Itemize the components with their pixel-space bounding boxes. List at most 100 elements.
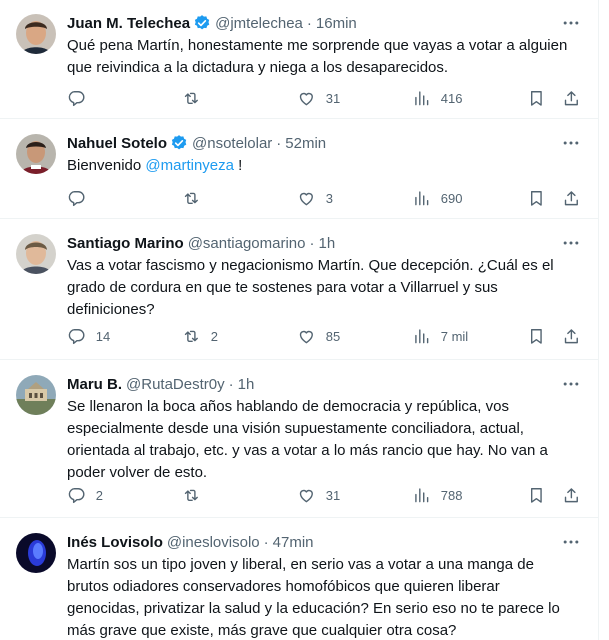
retweet-icon	[182, 89, 201, 108]
timestamp[interactable]: 16min	[316, 15, 357, 32]
tweet-text-line: Bienvenido @martinyeza !	[67, 155, 572, 177]
tweet[interactable]: Santiago Marino @santiagomarino · 1h Vas…	[0, 220, 599, 360]
text-prefix: Bienvenido	[67, 157, 146, 174]
like-button[interactable]: 3	[297, 186, 333, 210]
tweet-text-line: brutos odiadores conservadores homofóbic…	[67, 578, 500, 595]
mention-link[interactable]: @martinyeza	[145, 157, 234, 174]
separator: ·	[228, 375, 234, 393]
author-name[interactable]: Juan M. Telechea	[67, 15, 190, 32]
views-button[interactable]: 416	[412, 86, 462, 110]
reply-icon	[67, 189, 86, 208]
reply-button[interactable]	[67, 86, 86, 110]
tweet-text-line: que reivindica a la dictadura y niega a …	[67, 59, 449, 76]
author-handle[interactable]: @jmtelechea	[215, 15, 303, 32]
retweet-count: 2	[210, 328, 218, 344]
more-icon[interactable]	[561, 532, 581, 552]
author-name[interactable]: Maru B.	[67, 376, 122, 393]
reply-count: 14	[95, 328, 111, 344]
share-icon	[562, 189, 581, 208]
retweet-button[interactable]	[182, 483, 201, 507]
tweet-header: Maru B. @RutaDestr0y · 1h	[67, 374, 254, 394]
retweet-button[interactable]: 2	[182, 324, 218, 348]
reply-icon	[67, 327, 86, 346]
more-icon[interactable]	[561, 133, 581, 153]
heart-icon	[297, 189, 316, 208]
more-icon[interactable]	[561, 233, 581, 253]
bookmark-button[interactable]	[527, 86, 546, 110]
share-icon	[562, 89, 581, 108]
retweet-icon	[182, 327, 201, 346]
like-count: 31	[325, 90, 341, 106]
views-icon	[412, 89, 431, 108]
tweet-text-line: poder volver de esto.	[67, 464, 208, 481]
like-count: 85	[325, 328, 341, 344]
tweet-header: Nahuel Sotelo @nsotelolar · 52min	[67, 133, 326, 153]
views-button[interactable]: 690	[412, 186, 462, 210]
tweet-header: Santiago Marino @santiagomarino · 1h	[67, 233, 335, 253]
avatar[interactable]	[16, 134, 56, 174]
timestamp[interactable]: 47min	[273, 534, 314, 551]
like-button[interactable]: 31	[297, 483, 340, 507]
tweet-text-line: Martín sos un tipo joven y liberal, en s…	[67, 556, 534, 573]
share-button[interactable]	[562, 86, 581, 110]
retweet-button[interactable]	[182, 186, 201, 210]
avatar[interactable]	[16, 533, 56, 573]
timestamp[interactable]: 1h	[238, 376, 255, 393]
action-bar: 3 690	[55, 186, 592, 210]
separator: ·	[263, 533, 269, 551]
tweet[interactable]: Maru B. @RutaDestr0y · 1h Se llenaron la…	[0, 361, 599, 518]
share-button[interactable]	[562, 324, 581, 348]
avatar[interactable]	[16, 14, 56, 54]
avatar[interactable]	[16, 375, 56, 415]
author-handle[interactable]: @santiagomarino	[188, 235, 306, 252]
reply-button[interactable]: 14	[67, 324, 110, 348]
author-handle[interactable]: @ineslovisolo	[167, 534, 260, 551]
action-bar: 14 2 85 7 mil	[55, 324, 592, 348]
avatar[interactable]	[16, 234, 56, 274]
more-icon[interactable]	[561, 13, 581, 33]
verified-badge-icon	[170, 134, 188, 152]
share-button[interactable]	[562, 186, 581, 210]
more-icon[interactable]	[561, 374, 581, 394]
retweet-icon	[182, 189, 201, 208]
tweet-header: Inés Lovisolo @ineslovisolo · 47min	[67, 532, 314, 552]
bookmark-icon	[527, 89, 546, 108]
retweet-button[interactable]	[182, 86, 201, 110]
tweet-text-line: más grave que existe, más grave que cual…	[67, 622, 457, 639]
tweet-text-line: orientada al trabajo, etc. y vas a votar…	[67, 442, 548, 459]
tweet-text-line: Vas a votar fascismo y negacionismo Mart…	[67, 257, 554, 274]
timestamp[interactable]: 52min	[285, 135, 326, 152]
tweet[interactable]: Inés Lovisolo @ineslovisolo · 47min Mart…	[0, 519, 599, 640]
like-button[interactable]: 31	[297, 86, 340, 110]
tweet[interactable]: Nahuel Sotelo @nsotelolar · 52min Bienve…	[0, 120, 599, 219]
views-count: 7 mil	[440, 328, 469, 344]
author-name[interactable]: Inés Lovisolo	[67, 534, 163, 551]
tweet-text-line: definiciones?	[67, 301, 155, 318]
reply-icon	[67, 89, 86, 108]
views-button[interactable]: 7 mil	[412, 324, 468, 348]
reply-count: 2	[95, 487, 103, 503]
tweet-text-line: especialmente desde una visión supuestam…	[67, 420, 524, 437]
author-handle[interactable]: @nsotelolar	[192, 135, 272, 152]
text-suffix: !	[234, 157, 243, 174]
author-name[interactable]: Santiago Marino	[67, 235, 184, 252]
action-bar: 2 31 788	[55, 483, 592, 507]
author-name[interactable]: Nahuel Sotelo	[67, 135, 167, 152]
share-button[interactable]	[562, 483, 581, 507]
bookmark-button[interactable]	[527, 186, 546, 210]
heart-icon	[297, 89, 316, 108]
share-icon	[562, 327, 581, 346]
reply-button[interactable]	[67, 186, 86, 210]
tweet[interactable]: Juan M. Telechea @jmtelechea · 16min Qué…	[0, 0, 599, 119]
tweet-text: Vas a votar fascismo y negacionismo Mart…	[67, 255, 572, 321]
author-handle[interactable]: @RutaDestr0y	[126, 376, 225, 393]
timestamp[interactable]: 1h	[318, 235, 335, 252]
views-icon	[412, 327, 431, 346]
views-button[interactable]: 788	[412, 483, 462, 507]
tweet-text-line: Se llenaron la boca años hablando de dem…	[67, 398, 509, 415]
bookmark-button[interactable]	[527, 324, 546, 348]
reply-button[interactable]: 2	[67, 483, 103, 507]
like-button[interactable]: 85	[297, 324, 340, 348]
views-count: 690	[440, 190, 463, 206]
bookmark-button[interactable]	[527, 483, 546, 507]
